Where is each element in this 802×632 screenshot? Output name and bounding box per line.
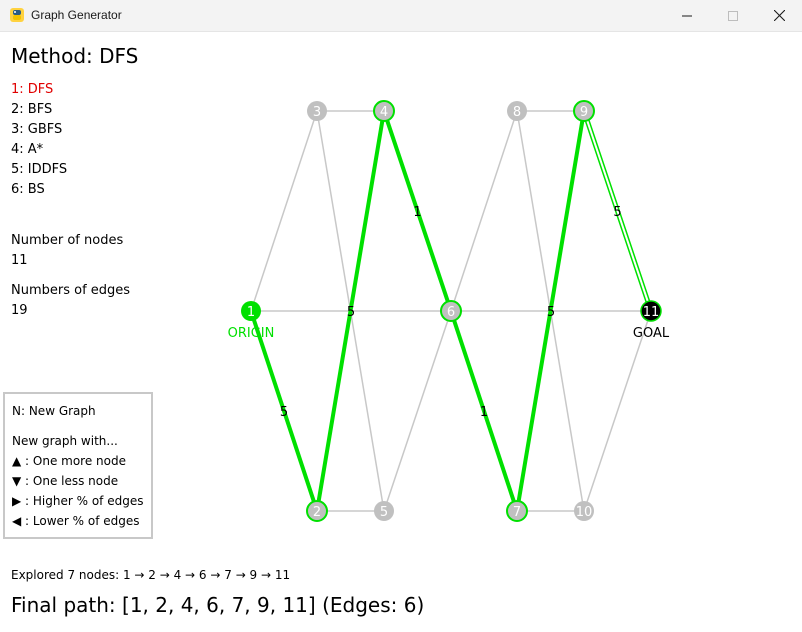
edge-weight-label-1: 5: [547, 305, 555, 320]
node-label-3: 3: [313, 105, 321, 120]
graph-canvas: 51155 5 123 45678 91011 ORIGIN GOAL: [228, 100, 670, 522]
final-path-text: Final path: [1, 2, 4, 6, 7, 9, 11] (Edge…: [11, 593, 425, 617]
edge-weight-9-11: 5: [613, 205, 621, 220]
goal-label: GOAL: [633, 326, 670, 341]
edge-weight-1-2: 5: [280, 405, 288, 420]
edge-6-8: [450, 110, 518, 312]
node-label-1: 1: [247, 305, 255, 320]
edge-weight-6-7: 1: [480, 405, 488, 420]
node-labels-layer: ORIGIN GOAL: [228, 326, 670, 341]
node-label-10: 10: [576, 505, 593, 520]
node-label-2: 2: [313, 505, 321, 520]
edge-1-3: [250, 110, 318, 312]
node-label-8: 8: [513, 105, 521, 120]
explored-nodes-text: Explored 7 nodes: 1 → 2 → 4 → 6 → 7 → 9 …: [11, 568, 291, 582]
edge-10-11: [583, 310, 652, 512]
node-label-9: 9: [580, 105, 588, 120]
node-label-5: 5: [380, 505, 388, 520]
node-label-6: 6: [447, 305, 455, 320]
edge-5-6: [383, 310, 452, 512]
edge-weight-4-6: 1: [413, 205, 421, 220]
origin-label: ORIGIN: [228, 326, 275, 341]
edge-weight-label-0: 5: [347, 305, 355, 320]
node-label-11: 11: [643, 305, 660, 320]
node-label-4: 4: [380, 105, 388, 120]
node-label-7: 7: [513, 505, 521, 520]
